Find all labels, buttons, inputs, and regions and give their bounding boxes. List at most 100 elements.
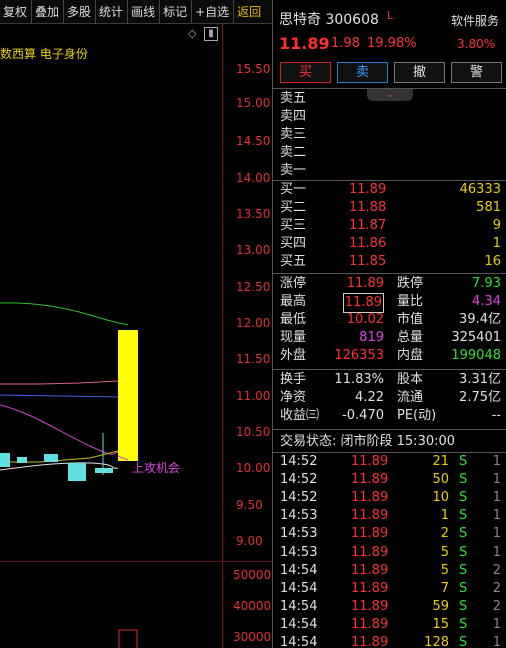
kline-chart[interactable]: 复权 叠加 多股 统计 画线 标记 +自选 返回 数西算 电子身份 ◇ ▮ 上攻… <box>0 0 272 648</box>
stock-flag: L <box>387 9 394 22</box>
bid-volume: 16 <box>484 254 501 269</box>
total-vol-value: 325401 <box>451 330 501 345</box>
cur-vol-label: 现量 <box>280 330 307 345</box>
bid-row[interactable]: 买一 11.89 46333 <box>273 181 506 199</box>
sell-button[interactable]: 卖 <box>337 62 388 83</box>
tick-time: 14:52 <box>280 490 318 506</box>
bid-row[interactable]: 买五 11.85 16 <box>273 253 506 271</box>
volume-tick: 50000 <box>233 568 272 582</box>
ask-row: 卖四 <box>273 108 506 126</box>
ask-label: 卖五 <box>280 91 307 106</box>
tick-side: S <box>459 454 468 469</box>
tick-count: 2 <box>492 562 501 578</box>
ma-line-pink <box>0 380 119 385</box>
float-label: 流通 <box>397 390 424 405</box>
bid-row[interactable]: 买三 11.87 9 <box>273 217 506 235</box>
tick-count: 1 <box>492 454 501 469</box>
limit-down-label: 跌停 <box>397 276 424 291</box>
toolbar-back[interactable]: 返回 <box>234 0 265 24</box>
tick-volume: 128 <box>424 635 449 648</box>
low-label: 最低 <box>280 312 307 327</box>
tick-side: S <box>459 508 468 524</box>
divider <box>273 429 506 430</box>
candle <box>44 454 58 462</box>
tick-price: 11.89 <box>351 580 389 596</box>
volume-bar <box>118 629 138 648</box>
price-alert-button[interactable]: 警 <box>451 62 502 83</box>
ma-line-green <box>0 302 129 326</box>
inner-label: 内盘 <box>397 348 424 363</box>
limit-down-value: 7.93 <box>472 276 501 291</box>
candle <box>95 468 113 473</box>
tick-count: 2 <box>492 598 501 614</box>
tick-row: 14:54 11.89 128 S 1 <box>273 634 506 648</box>
stock-name: 思特奇 <box>279 12 321 28</box>
sector-tag[interactable]: 软件服务 <box>451 12 499 29</box>
buy-button[interactable]: 买 <box>280 62 331 83</box>
tick-row: 14:52 11.89 10 S 1 <box>273 489 506 507</box>
bid-label: 买三 <box>280 218 307 233</box>
tick-price: 11.89 <box>351 526 389 542</box>
tick-time: 14:52 <box>280 454 318 469</box>
tick-side: S <box>459 635 468 648</box>
tick-volume: 15 <box>432 616 449 632</box>
bid-volume: 1 <box>492 236 501 251</box>
ask-row: 卖三 <box>273 126 506 144</box>
ask-label: 卖三 <box>280 127 307 142</box>
price-tick: 10.00 <box>236 461 271 475</box>
ask-row: 卖二 <box>273 144 506 162</box>
ask-label: 卖二 <box>280 145 307 160</box>
volume-tick: 40000 <box>233 599 272 613</box>
turnover-value: 11.83% <box>334 372 384 387</box>
stock-title: 思特奇 300608 <box>279 9 379 29</box>
bid-row[interactable]: 买二 11.88 581 <box>273 199 506 217</box>
price-tick: 9.50 <box>236 498 263 512</box>
bid-price: 11.89 <box>349 182 387 197</box>
bid-label: 买四 <box>280 236 307 251</box>
mkt-cap-label: 市值 <box>397 312 424 327</box>
price-tick: 9.00 <box>236 534 263 548</box>
stat-row: 净资 4.22 流通 2.75亿 <box>273 389 506 407</box>
stat-row: 外盘 126353 内盘 199048 <box>273 347 506 365</box>
signal-label: 上攻机会 <box>132 461 181 475</box>
shares-label: 股本 <box>397 372 424 387</box>
tick-volume: 59 <box>432 598 449 614</box>
tick-row: 14:54 11.89 7 S 2 <box>273 580 506 598</box>
tick-row: 14:52 11.89 21 S 1 <box>273 453 506 471</box>
tick-time: 14:53 <box>280 544 318 560</box>
stat-row: 涨停 11.89 跌停 7.93 <box>273 275 506 293</box>
tick-volume: 2 <box>440 526 449 542</box>
tick-side: S <box>459 580 468 596</box>
candle <box>17 457 27 463</box>
cancel-order-button[interactable]: 撤 <box>394 62 445 83</box>
tick-side: S <box>459 526 468 542</box>
tick-price: 11.89 <box>351 472 389 488</box>
tick-time: 14:54 <box>280 598 318 614</box>
limit-up-label: 涨停 <box>280 276 307 291</box>
tick-price: 11.89 <box>351 454 389 469</box>
tick-row: 14:53 11.89 2 S 1 <box>273 525 506 543</box>
price-tick: 11.50 <box>236 352 271 366</box>
outer-value: 126353 <box>334 348 384 363</box>
tick-price: 11.89 <box>351 490 389 506</box>
price-tick: 14.50 <box>236 134 271 148</box>
tick-volume: 21 <box>432 454 449 469</box>
bid-price: 11.85 <box>349 254 387 269</box>
ask-label: 卖一 <box>280 163 307 178</box>
bid-row[interactable]: 买四 11.86 1 <box>273 235 506 253</box>
cur-vol-value: 819 <box>359 330 384 345</box>
price-tick: 15.50 <box>236 62 271 76</box>
tick-row: 14:54 11.89 5 S 2 <box>273 562 506 580</box>
candle <box>68 463 86 481</box>
tick-count: 1 <box>492 616 501 632</box>
tick-price: 11.89 <box>351 562 389 578</box>
tick-time: 14:53 <box>280 508 318 524</box>
tick-row: 14:53 11.89 5 S 1 <box>273 544 506 562</box>
high-value: 11.89 <box>342 293 384 313</box>
price-tick: 11.00 <box>236 389 271 403</box>
bid-price: 11.88 <box>349 200 387 215</box>
price-change: 1.98 <box>331 36 360 51</box>
limit-up-value: 11.89 <box>346 276 384 291</box>
tick-time: 14:54 <box>280 562 318 578</box>
divider <box>273 273 506 274</box>
